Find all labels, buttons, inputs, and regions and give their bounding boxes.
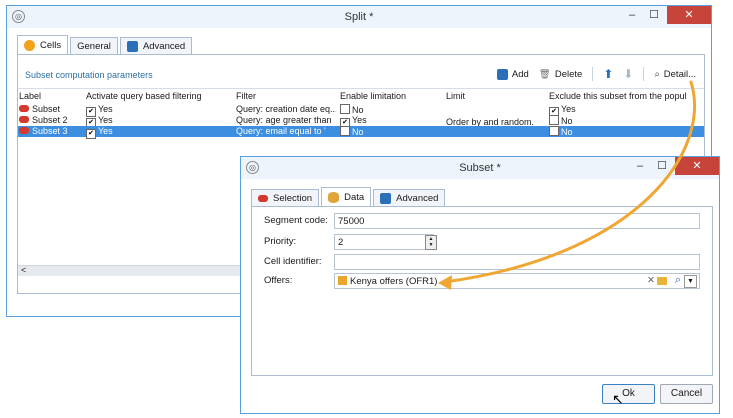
checkbox[interactable] (549, 115, 559, 125)
tab-selection[interactable]: Selection (251, 189, 320, 206)
column-header[interactable]: Limit (446, 91, 465, 102)
selection-icon (258, 194, 268, 202)
checkbox[interactable]: ✔ (86, 129, 96, 139)
row-activate: ✔ Yes (86, 126, 113, 139)
arrow-up-icon: ⬆ (603, 67, 614, 81)
row-label: Subset (19, 104, 60, 115)
cell-identifier-field: Cell identifier: (264, 254, 700, 270)
close-button[interactable]: ✕ (667, 6, 711, 24)
detail-button[interactable]: ⌕ Detail... (654, 69, 696, 80)
segment-code-input[interactable]: 75000 (334, 213, 700, 229)
row-limitation: No (340, 126, 364, 138)
tab-general[interactable]: General (70, 37, 118, 54)
row-filter: Query: age greater than (236, 115, 332, 125)
tab-label: Advanced (142, 40, 186, 52)
arrow-down-icon: ⬇ (623, 67, 634, 81)
tab-advanced[interactable]: Advanced (119, 37, 193, 54)
toolbar-separator (592, 67, 594, 81)
tab-cells[interactable]: Cells (17, 35, 69, 54)
row-filter: Query: email equal to ' (236, 126, 326, 136)
priority-stepper[interactable]: ▲ ▼ (425, 235, 437, 250)
mouse-cursor-icon: ↖ (612, 391, 624, 407)
subset-icon (19, 116, 29, 123)
cell-identifier-input[interactable] (334, 254, 700, 270)
segment-code-field: Segment code: 75000 (264, 213, 700, 229)
tab-label: Cells (40, 39, 62, 51)
column-header[interactable]: Exclude this subset from the popul (549, 91, 694, 102)
column-header[interactable]: Label (19, 91, 41, 102)
tab-label: General (77, 40, 111, 52)
offers-input[interactable]: Kenya offers (OFR1) ✕ ⌕ ▼ (334, 273, 700, 289)
data-panel: Segment code: 75000 Priority: 2 ▲ ▼ Cell … (251, 206, 713, 376)
maximize-button[interactable]: ☐ (649, 157, 675, 175)
checkbox[interactable] (549, 126, 559, 136)
row-label: Subset 2 (19, 115, 68, 126)
table-row[interactable]: Subset 2 ✔ Yes Query: age greater than ✔ Y… (18, 115, 704, 128)
priority-input[interactable]: 2 (334, 234, 434, 250)
add-icon (496, 68, 508, 80)
search-icon[interactable]: ⌕ (675, 274, 681, 287)
cancel-button[interactable]: Cancel (660, 384, 713, 404)
subset-tabs: Selection Data Advanced (251, 187, 447, 206)
split-tabs: Cells General Advanced (17, 35, 194, 54)
close-button[interactable]: ✕ (675, 157, 719, 175)
row-filter: Query: creation date eq... (236, 104, 336, 114)
checkbox[interactable] (340, 126, 350, 136)
section-title: Subset computation parameters (25, 70, 153, 80)
split-window-title: Split * (344, 11, 374, 23)
maximize-button[interactable]: ☐ (641, 6, 667, 24)
grid-header: Label Activate query based filtering Fil… (18, 91, 704, 102)
delete-button[interactable]: 🗑 Delete (539, 69, 583, 80)
tab-advanced[interactable]: Advanced (373, 189, 446, 206)
row-exclude: No (549, 126, 573, 138)
move-down-button[interactable]: ⬇ (623, 67, 633, 81)
search-icon: ⌕ (654, 68, 660, 80)
checkbox[interactable] (340, 104, 350, 114)
split-titlebar: ◎ Split * – ☐ ✕ (7, 6, 711, 28)
dropdown-icon[interactable]: ▼ (684, 275, 697, 288)
clear-icon[interactable]: ✕ (647, 275, 655, 286)
advanced-icon (380, 192, 392, 204)
column-header[interactable]: Filter (236, 91, 256, 102)
table-row-selected[interactable]: Subset 3 ✔ Yes Query: email equal to ' No… (18, 126, 704, 139)
offer-icon (338, 276, 347, 285)
scroll-left-icon[interactable]: < (21, 265, 26, 275)
data-icon (328, 191, 340, 203)
subset-icon (19, 105, 29, 112)
ok-button[interactable]: Ok (602, 384, 655, 404)
subset-icon (19, 127, 29, 134)
tab-data[interactable]: Data (321, 187, 372, 206)
add-button[interactable]: Add (496, 68, 529, 80)
move-up-button[interactable]: ⬆ (603, 67, 613, 81)
advanced-icon (126, 40, 138, 52)
subset-window: ◎ Subset * – ☐ ✕ Selection Data Advanced… (240, 156, 720, 414)
trash-icon: 🗑 (538, 68, 551, 80)
folder-icon[interactable] (657, 277, 667, 285)
row-label: Subset 3 (19, 126, 68, 137)
priority-field: Priority: 2 ▲ ▼ (264, 234, 700, 250)
column-header[interactable]: Enable limitation (340, 91, 406, 102)
column-header[interactable]: Activate query based filtering (86, 91, 202, 102)
subset-titlebar: ◎ Subset * – ☐ ✕ (241, 157, 719, 179)
grid-toolbar: Add 🗑 Delete ⬆ ⬇ ⌕ Detail... (496, 67, 696, 81)
offers-field: Offers: Kenya offers (OFR1) ✕ ⌕ ▼ (264, 273, 700, 289)
table-row[interactable]: Subset ✔ Yes Query: creation date eq... N… (18, 104, 704, 117)
cells-icon (24, 39, 35, 51)
toolbar-separator (643, 67, 645, 81)
